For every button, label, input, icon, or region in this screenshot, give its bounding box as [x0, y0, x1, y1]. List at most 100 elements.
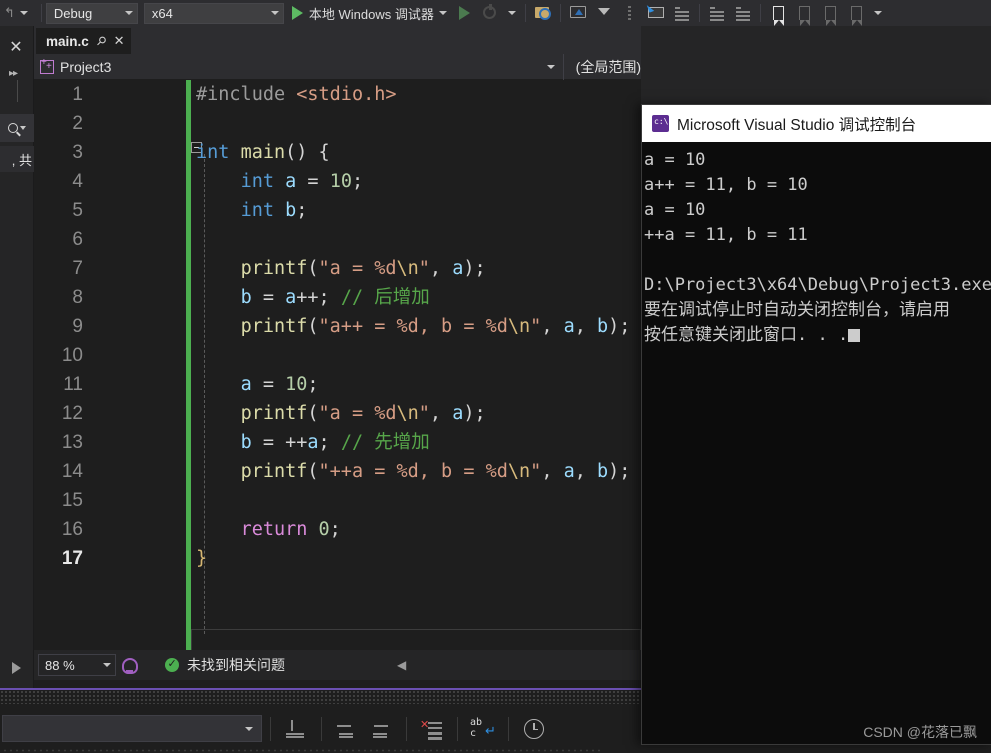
code-line[interactable]: printf("a++ = %d, b = %d\n", a, b);: [196, 312, 641, 341]
zoom-level-dropdown[interactable]: 88 %: [38, 654, 116, 676]
code-text[interactable]: #include <stdio.h> int main() { int a = …: [196, 80, 641, 573]
undo-redo-group[interactable]: ↰: [0, 5, 37, 21]
close-icon[interactable]: ✕: [8, 40, 24, 56]
code-line[interactable]: printf("a = %d\n", a);: [196, 399, 641, 428]
step-pointer-icon[interactable]: [645, 2, 667, 24]
preview-window-icon[interactable]: [567, 2, 589, 24]
debug-target-caret-icon[interactable]: [438, 11, 447, 15]
code-token: a: [452, 258, 464, 279]
align-left-icon[interactable]: [706, 2, 728, 24]
stop-caret-icon[interactable]: [507, 11, 516, 15]
code-line[interactable]: printf("++a = %d, b = %d\n", a, b);: [196, 457, 641, 486]
project-dropdown[interactable]: Project3: [34, 53, 564, 80]
more-dots-icon[interactable]: [619, 2, 641, 24]
code-line[interactable]: #include <stdio.h>: [196, 80, 641, 109]
pin-icon[interactable]: ⚲: [93, 33, 109, 49]
outdent-icon[interactable]: [732, 2, 754, 24]
code-token: #include: [196, 84, 297, 105]
code-token: main: [240, 142, 286, 163]
code-line[interactable]: return 0;: [196, 515, 641, 544]
line-number: 4: [72, 171, 83, 192]
code-token: printf: [240, 258, 308, 279]
undo-dropdown-caret-icon[interactable]: [19, 11, 28, 15]
line-number: 9: [72, 316, 83, 337]
toolbar-separator: [457, 716, 458, 741]
search-input[interactable]: [0, 114, 34, 142]
code-token: a: [563, 316, 575, 337]
stop-icon[interactable]: [479, 2, 501, 24]
line-number: 7: [72, 258, 83, 279]
code-line[interactable]: [196, 486, 641, 515]
tab-main-c[interactable]: main.c ⚲ ✕: [36, 28, 132, 54]
toolbar-overflow-icon[interactable]: [873, 11, 882, 15]
code-line[interactable]: b = a++; // 后增加: [196, 283, 641, 312]
debug-console-window[interactable]: Microsoft Visual Studio 调试控制台 a = 10 a++ …: [641, 104, 991, 745]
rail-expand-arrow-icon[interactable]: [12, 662, 21, 674]
indent-down-icon[interactable]: [282, 716, 310, 742]
code-editor[interactable]: 1 2 3 4 5 6 7 8 9 10 11 12 13 14 15 16 17 #include <stdi…: [34, 80, 641, 668]
toolbar-separator: [508, 716, 509, 741]
undo-icon[interactable]: ↰: [4, 5, 15, 21]
clear-bookmarks-icon[interactable]: [845, 2, 867, 26]
clear-all-icon[interactable]: ✕: [418, 716, 446, 742]
code-line[interactable]: [196, 109, 641, 138]
chevron-down-icon[interactable]: [270, 11, 279, 15]
code-line[interactable]: printf("a = %d\n", a);: [196, 254, 641, 283]
start-debug-icon[interactable]: [291, 6, 303, 20]
code-token: );: [463, 403, 486, 424]
outdent-left-icon[interactable]: [333, 716, 361, 742]
project-name: Project3: [60, 58, 112, 75]
code-line[interactable]: int a = 10;: [196, 167, 641, 196]
line-number: 12: [61, 403, 83, 424]
code-line[interactable]: }: [196, 544, 641, 573]
code-token: return: [240, 519, 308, 540]
code-line[interactable]: int main() {: [196, 138, 641, 167]
code-line[interactable]: int b;: [196, 196, 641, 225]
expand-rail-icon[interactable]: ▸▸: [9, 68, 18, 79]
find-in-folder-icon[interactable]: [532, 2, 554, 24]
code-line[interactable]: a = 10;: [196, 370, 641, 399]
code-token: "++a = %d, b = %d: [318, 461, 508, 482]
code-token: ,: [541, 461, 564, 482]
change-indicator-bar: [186, 80, 191, 668]
chevron-down-icon[interactable]: [103, 663, 111, 667]
chevron-down-icon[interactable]: [546, 64, 555, 69]
word-wrap-icon[interactable]: ab c ↵: [469, 716, 497, 742]
left-tool-rail: ✕ ▸▸ , 共: [0, 26, 34, 688]
console-title-bar[interactable]: Microsoft Visual Studio 调试控制台: [642, 105, 991, 142]
console-line: 按任意键关闭此窗口. . .: [644, 323, 991, 348]
start-without-debugging-icon[interactable]: [458, 6, 470, 20]
code-token: ,: [541, 316, 564, 337]
configuration-dropdown[interactable]: Debug: [45, 2, 138, 24]
code-token: =: [251, 287, 286, 308]
filter-icon[interactable]: [593, 2, 615, 24]
bookmark-icon[interactable]: [767, 2, 789, 26]
close-icon[interactable]: ✕: [114, 33, 125, 49]
code-line[interactable]: [196, 341, 641, 370]
next-bookmark-icon[interactable]: [819, 2, 841, 26]
code-line[interactable]: b = ++a; // 先增加: [196, 428, 641, 457]
toolbar-separator: [40, 4, 42, 22]
line-number: 1: [72, 84, 83, 105]
code-line[interactable]: [196, 225, 641, 254]
platform-dropdown[interactable]: x64: [143, 2, 284, 24]
debug-target-label[interactable]: 本地 Windows 调试器: [309, 4, 434, 23]
prev-bookmark-icon[interactable]: [793, 2, 815, 26]
indent-block-icon[interactable]: [671, 2, 693, 24]
line-number: 2: [72, 113, 83, 134]
chevron-down-icon[interactable]: [245, 726, 253, 731]
left-arrow-icon[interactable]: ◀: [397, 658, 406, 672]
console-app-icon: [652, 115, 669, 132]
code-token: 10: [285, 374, 308, 395]
bottom-dropdown[interactable]: [2, 715, 262, 742]
brain-icon[interactable]: [120, 656, 138, 674]
chevron-down-icon[interactable]: [20, 126, 26, 130]
indent-right-icon[interactable]: [367, 716, 395, 742]
scope-dropdown[interactable]: (全局范围): [564, 57, 641, 77]
history-clock-icon[interactable]: [520, 716, 548, 742]
chevron-down-icon[interactable]: [124, 11, 133, 15]
